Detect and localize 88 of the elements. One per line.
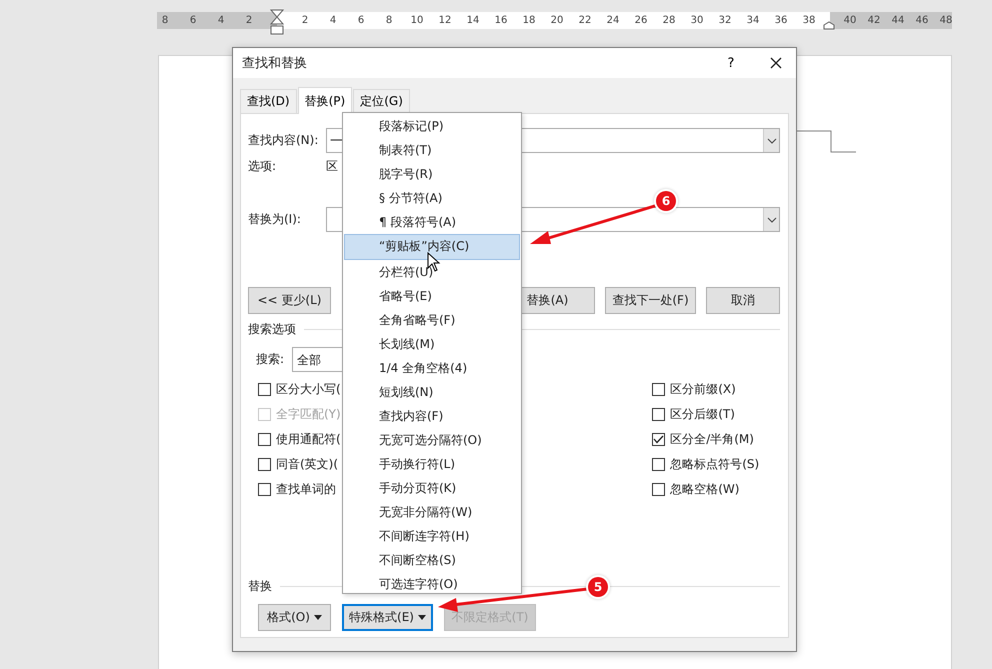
- ruler-number: 8: [384, 15, 394, 26]
- ruler-number: 18: [522, 15, 536, 26]
- format-button[interactable]: 特殊格式(E): [342, 604, 433, 631]
- callout-badge: 6: [656, 191, 676, 211]
- menu-item[interactable]: ¶ 段落符号(A): [344, 210, 520, 234]
- checkbox-label: 忽略空格(W): [670, 481, 740, 498]
- checkbox[interactable]: [652, 433, 666, 446]
- ruler-number: 14: [466, 15, 480, 26]
- menu-item[interactable]: 不间断连字符(H): [344, 524, 520, 548]
- menu-item[interactable]: 短划线(N): [344, 380, 520, 404]
- dialog-tab[interactable]: 查找(D): [240, 89, 297, 113]
- ruler-number: 38: [802, 15, 816, 26]
- dialog-title: 查找和替换: [242, 55, 308, 72]
- chevron-down-icon: [766, 138, 776, 144]
- ruler-number: 40: [842, 15, 858, 26]
- close-icon: [770, 57, 782, 69]
- checkbox-label: 查找单词的: [276, 481, 336, 498]
- ruler-number: 4: [328, 15, 338, 26]
- right-indent-marker-icon[interactable]: [823, 21, 835, 30]
- ruler-number: 44: [890, 15, 906, 26]
- field-label: 查找内容(N):: [248, 132, 320, 149]
- field-label: 选项:: [248, 158, 278, 175]
- menu-item[interactable]: “剪贴板”内容(C): [344, 234, 520, 260]
- chevron-down-icon: [766, 216, 776, 222]
- checkbox[interactable]: [652, 458, 666, 471]
- dialog-button[interactable]: 取消: [706, 287, 780, 314]
- ruler-number: 6: [188, 15, 198, 26]
- menu-item[interactable]: 无宽可选分隔符(O): [344, 428, 520, 452]
- ruler-number: 6: [356, 15, 366, 26]
- checkbox-label: 同音(英文)(: [276, 456, 338, 473]
- ruler-number: 26: [634, 15, 648, 26]
- field-label: 替换为(I):: [248, 211, 302, 228]
- ruler-number: 42: [866, 15, 882, 26]
- ruler-number: 20: [550, 15, 564, 26]
- field-label: 搜索:: [256, 351, 284, 368]
- checkbox-label: 全字匹配(Y): [276, 406, 341, 423]
- options-value: 区: [326, 158, 338, 175]
- menu-item[interactable]: 不间断空格(S): [344, 548, 520, 572]
- ruler-number: 2: [244, 15, 254, 26]
- checkbox-label: 区分前缀(X): [670, 381, 736, 398]
- ruler-number: 12: [438, 15, 452, 26]
- ruler-number: 8: [160, 15, 170, 26]
- text-boundary-mark: [795, 130, 857, 154]
- menu-item[interactable]: 可选连字符(O): [344, 572, 520, 596]
- section-title: 搜索选项: [248, 321, 296, 338]
- ruler-number: 22: [578, 15, 592, 26]
- menu-item[interactable]: 长划线(M): [344, 332, 520, 356]
- ruler-number: 28: [662, 15, 676, 26]
- indent-marker-icon[interactable]: [270, 9, 284, 35]
- ruler-number: 34: [746, 15, 760, 26]
- checkbox[interactable]: [258, 383, 271, 396]
- dialog-tab[interactable]: 替换(P): [298, 87, 352, 114]
- checkbox[interactable]: [258, 483, 271, 496]
- menu-item[interactable]: 手动分页符(K): [344, 476, 520, 500]
- ruler-number: 48: [938, 15, 954, 26]
- ruler-number: 32: [718, 15, 732, 26]
- checkbox[interactable]: [258, 458, 271, 471]
- dialog-button[interactable]: 查找下一处(F): [605, 287, 696, 314]
- menu-item[interactable]: § 分节符(A): [344, 186, 520, 210]
- ruler-number: 24: [606, 15, 620, 26]
- checkbox[interactable]: [258, 433, 271, 446]
- checkbox-label: 忽略标点符号(S): [670, 456, 760, 473]
- ruler-number: 46: [914, 15, 930, 26]
- help-button[interactable]: ?: [716, 54, 746, 72]
- menu-item[interactable]: 查找内容(F): [344, 404, 520, 428]
- checkbox-label: 使用通配符(: [276, 431, 341, 448]
- ruler-number: 36: [774, 15, 788, 26]
- dialog-button[interactable]: << 更少(L): [248, 287, 331, 314]
- menu-item[interactable]: 分栏符(U): [344, 260, 520, 284]
- dialog-tab[interactable]: 定位(G): [353, 89, 410, 113]
- ruler-number: 10: [410, 15, 424, 26]
- checkbox-label: 区分大小写(: [276, 381, 341, 398]
- section-title: 替换: [248, 578, 272, 595]
- ruler-number: 2: [300, 15, 310, 26]
- format-button[interactable]: 格式(O): [258, 604, 331, 631]
- menu-item[interactable]: 脱字号(R): [344, 162, 520, 186]
- checkbox[interactable]: [652, 483, 666, 496]
- ruler-number: 30: [690, 15, 704, 26]
- callout-badge: 5: [588, 577, 608, 597]
- menu-item[interactable]: 手动换行符(L): [344, 452, 520, 476]
- ruler-number: 4: [216, 15, 226, 26]
- checkbox-label: 区分后缀(T): [670, 406, 735, 423]
- checkbox[interactable]: [652, 383, 666, 396]
- menu-item[interactable]: 1/4 全角空格(4): [344, 356, 520, 380]
- ruler-number: 16: [494, 15, 508, 26]
- checkbox-label: 区分全/半角(M): [670, 431, 754, 448]
- menu-item[interactable]: 无宽非分隔符(W): [344, 500, 520, 524]
- checkbox[interactable]: [652, 408, 666, 421]
